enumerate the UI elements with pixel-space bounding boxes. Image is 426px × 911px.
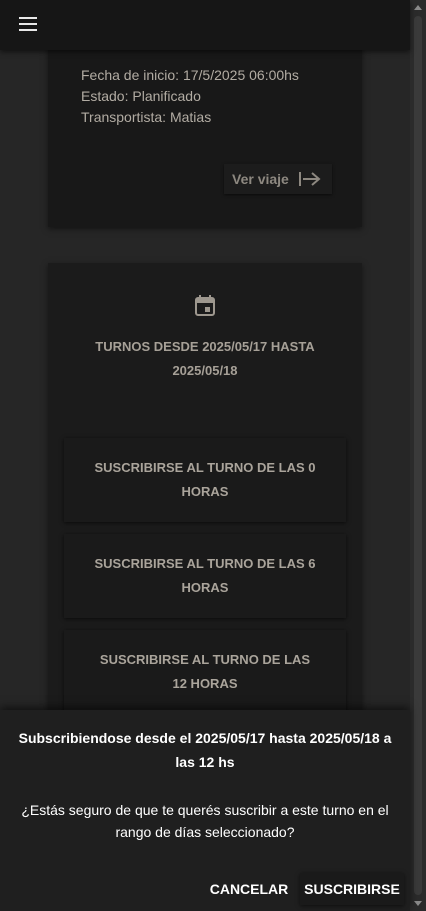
shift-label-line2: HORAS (181, 484, 229, 499)
subscribe-shift-12-button[interactable]: SUSCRIBIRSE AL TURNO DE LAS 12 HORAS (64, 630, 346, 714)
view-trip-label: Ver viaje (232, 171, 289, 187)
subscribe-shift-6-button[interactable]: SUSCRIBIRSE AL TURNO DE LAS 6 HORAS (64, 534, 346, 618)
vertical-scrollbar[interactable] (410, 0, 426, 911)
view-trip-button[interactable]: Ver viaje (224, 164, 332, 194)
dialog-title-line1: Subscribiendose desde el 2025/05/17 hast… (18, 730, 392, 746)
shift-label: SUSCRIBIRSE AL TURNO DE LAS 0 HORAS (90, 456, 320, 504)
shift-label-line1: SUSCRIBIRSE AL TURNO DE LAS (99, 652, 311, 667)
arrow-right-to-line-icon (298, 171, 322, 187)
shift-label-line1: SUSCRIBIRSE AL TURNO DE LAS 6 (94, 556, 316, 571)
shift-label-line2: 12 HORAS (172, 676, 238, 691)
menu-icon-bar (19, 17, 37, 19)
shift-label: SUSCRIBIRSE AL TURNO DE LAS 12 HORAS (90, 648, 320, 696)
dialog-message-line2: rango de días seleccionado? (115, 824, 295, 840)
trip-card: Fecha de inicio: 17/5/2025 06:00hs Estad… (48, 30, 362, 227)
trip-start-date: Fecha de inicio: 17/5/2025 06:00hs (81, 67, 299, 83)
shifts-title-line1: TURNOS DESDE 2025/05/17 HASTA (95, 339, 315, 354)
dialog-title: Subscribiendose desde el 2025/05/17 hast… (14, 726, 396, 774)
shifts-title-line2: 2025/05/18 (172, 363, 238, 378)
trip-driver: Transportista: Matias (81, 109, 212, 125)
shifts-title: TURNOS DESDE 2025/05/17 HASTA 2025/05/18 (78, 335, 332, 383)
calendar-icon (194, 295, 216, 317)
dialog-title-line2: las 12 hs (175, 754, 235, 770)
subscribe-button[interactable]: SUSCRIBIRSE (300, 873, 404, 905)
cancel-button[interactable]: CANCELAR (206, 873, 292, 905)
top-app-bar (0, 0, 410, 50)
shift-label: SUSCRIBIRSE AL TURNO DE LAS 6 HORAS (90, 552, 320, 600)
shift-label-line2: HORAS (181, 580, 229, 595)
dialog-message: ¿Estás seguro de que te querés suscribir… (14, 799, 396, 843)
app-window: Fecha de inicio: 17/5/2025 06:00hs Estad… (0, 0, 426, 911)
scrollbar-thumb[interactable] (414, 16, 422, 895)
menu-icon[interactable] (17, 16, 41, 34)
menu-icon-bar (19, 29, 37, 31)
subscribe-shift-0-button[interactable]: SUSCRIBIRSE AL TURNO DE LAS 0 HORAS (64, 438, 346, 522)
menu-icon-bar (19, 23, 37, 25)
confirm-subscription-dialog: Subscribiendose desde el 2025/05/17 hast… (0, 710, 410, 911)
scroll-down-icon[interactable] (414, 901, 422, 906)
shift-label-line1: SUSCRIBIRSE AL TURNO DE LAS 0 (94, 460, 316, 475)
scroll-up-icon[interactable] (414, 5, 422, 10)
trip-status: Estado: Planificado (81, 88, 201, 104)
dialog-message-line1: ¿Estás seguro de que te querés suscribir… (21, 802, 389, 818)
